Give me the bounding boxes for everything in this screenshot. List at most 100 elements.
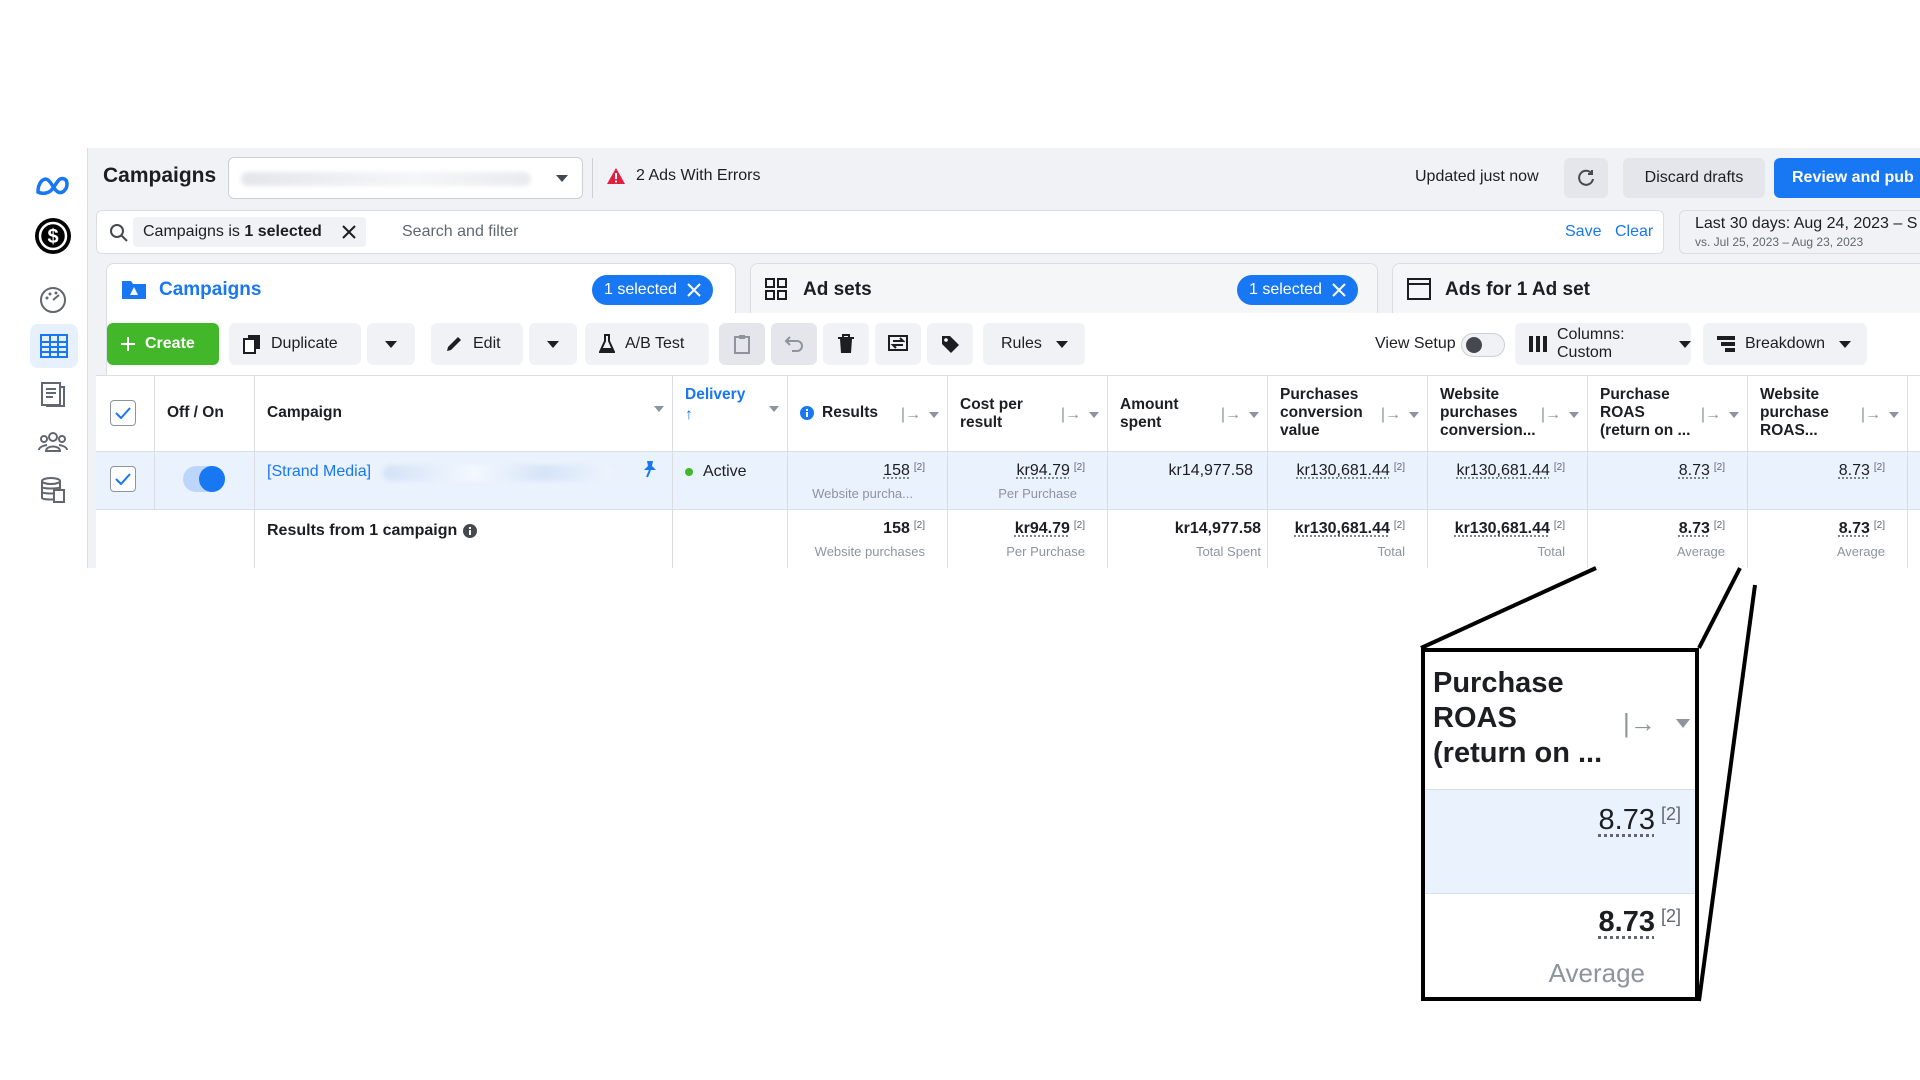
- header-cost-per-result[interactable]: Cost per result |→: [948, 376, 1108, 451]
- meta-logo-icon[interactable]: [28, 164, 78, 208]
- header-purchase-roas[interactable]: Purchase ROAS (return on ... |→: [1588, 376, 1748, 451]
- ads-errors-alert[interactable]: 2 Ads With Errors: [606, 167, 760, 185]
- row-checkbox[interactable]: [110, 466, 136, 492]
- columns-button[interactable]: Columns: Custom: [1515, 323, 1691, 365]
- column-expand-icon[interactable]: |→: [1061, 406, 1081, 424]
- create-label: Create: [145, 335, 195, 352]
- undo-button[interactable]: [771, 323, 817, 365]
- save-filter-link[interactable]: Save: [1565, 223, 1601, 241]
- column-expand-icon[interactable]: |→: [1861, 406, 1881, 424]
- audiences-icon[interactable]: [28, 420, 78, 464]
- tab-ads[interactable]: Ads for 1 Ad set: [1392, 263, 1920, 313]
- table-row[interactable]: [Strand Media] Active 158 [2] Website pur…: [96, 452, 1920, 510]
- header-campaign[interactable]: Campaign: [255, 376, 673, 451]
- search-input[interactable]: [402, 219, 1302, 245]
- header-pcv-controls[interactable]: |→: [1381, 406, 1419, 424]
- column-expand-icon[interactable]: |→: [1381, 406, 1401, 424]
- column-expand-icon[interactable]: |→: [901, 406, 921, 424]
- view-setup-label: View Setup: [1375, 335, 1456, 352]
- ab-test-button[interactable]: A/B Test: [585, 323, 709, 365]
- select-all-checkbox[interactable]: [110, 400, 136, 426]
- pcv-value[interactable]: kr130,681.44 [2]: [1296, 462, 1405, 480]
- chevron-down-icon: [1675, 719, 1690, 728]
- info-icon[interactable]: [800, 406, 814, 420]
- roas-value[interactable]: 8.73 [2]: [1679, 462, 1725, 480]
- dashboard-gauge-icon[interactable]: [28, 278, 78, 322]
- refresh-button[interactable]: [1564, 158, 1608, 198]
- account-selector[interactable]: [228, 157, 583, 199]
- totals-wpcv-cell: kr130,681.44 [2] Total: [1428, 510, 1588, 568]
- total-wroas-value[interactable]: 8.73 [2]: [1839, 520, 1885, 538]
- date-range-compare: vs. Jul 25, 2023 – Aug 23, 2023: [1695, 235, 1864, 249]
- rules-label: Rules: [1001, 335, 1042, 352]
- header-wpcv-controls[interactable]: |→: [1541, 406, 1579, 424]
- results-value[interactable]: 158 [2]: [883, 462, 925, 480]
- campaign-name-link[interactable]: [Strand Media]: [267, 463, 371, 481]
- total-pcv-value[interactable]: kr130,681.44 [2]: [1295, 520, 1405, 538]
- header-campaign-label: Campaign: [267, 404, 342, 421]
- total-cpr-subtext: Per Purchase: [1006, 544, 1085, 559]
- review-and-publish-button[interactable]: Review and pub: [1774, 158, 1920, 198]
- header-results-controls[interactable]: |→: [901, 406, 939, 424]
- header-website-purchases-conversion[interactable]: Website purchases conversion... |→: [1428, 376, 1588, 451]
- dollar-badge-icon[interactable]: $: [28, 214, 78, 258]
- duplicate-dropdown-button[interactable]: [367, 323, 415, 365]
- edit-dropdown-button[interactable]: [529, 323, 577, 365]
- total-roas-value[interactable]: 8.73 [2]: [1679, 520, 1725, 538]
- campaigns-selected-pill[interactable]: 1 selected: [592, 275, 713, 305]
- ad-sets-selected-pill[interactable]: 1 selected: [1237, 275, 1358, 305]
- create-button[interactable]: Create: [107, 323, 219, 365]
- close-icon[interactable]: [342, 225, 356, 239]
- header-amount-spent[interactable]: Amount spent |→: [1108, 376, 1268, 451]
- date-range-picker[interactable]: Last 30 days: Aug 24, 2023 – S vs. Jul 2…: [1679, 210, 1920, 254]
- wpcv-value[interactable]: kr130,681.44 [2]: [1456, 462, 1565, 480]
- tag-button[interactable]: [927, 323, 973, 365]
- sort-ascending-icon[interactable]: ↑: [685, 406, 693, 424]
- breakdown-button[interactable]: Breakdown: [1703, 323, 1867, 365]
- column-expand-icon[interactable]: |→: [1701, 406, 1721, 424]
- column-expand-icon[interactable]: |→: [1541, 406, 1561, 424]
- header-amount-controls[interactable]: |→: [1221, 406, 1259, 424]
- header-delivery[interactable]: Delivery ↑: [673, 376, 788, 451]
- header-wroas-controls[interactable]: |→: [1861, 406, 1899, 424]
- warning-icon: [607, 168, 625, 184]
- clear-filter-link[interactable]: Clear: [1615, 223, 1653, 241]
- header-delivery-controls[interactable]: [769, 406, 779, 412]
- header-website-purchase-roas[interactable]: Website purchase ROAS... |→: [1748, 376, 1908, 451]
- total-wpcv-value[interactable]: kr130,681.44 [2]: [1455, 520, 1565, 538]
- rules-button[interactable]: Rules: [983, 323, 1085, 365]
- row-delivery-cell: Active: [673, 452, 788, 509]
- ads-manager-app: Campaigns 2 Ads With Errors Updated just…: [88, 148, 1920, 568]
- filter-chip-campaigns[interactable]: Campaigns is 1 selected: [133, 217, 366, 247]
- close-icon[interactable]: [687, 283, 701, 297]
- pages-icon[interactable]: [28, 372, 78, 416]
- header-wroas-label: Website purchase ROAS...: [1760, 386, 1829, 439]
- header-results[interactable]: Results |→: [788, 376, 948, 451]
- header-campaign-controls[interactable]: [654, 406, 664, 412]
- total-cpr-value[interactable]: kr94.79 [2]: [1015, 520, 1085, 538]
- header-roas-controls[interactable]: |→: [1701, 406, 1739, 424]
- duplicate-button[interactable]: Duplicate: [229, 323, 361, 365]
- info-icon[interactable]: [463, 524, 478, 538]
- discard-drafts-button[interactable]: Discard drafts: [1623, 158, 1765, 198]
- pin-icon[interactable]: [642, 460, 658, 478]
- wroas-value[interactable]: 8.73 [2]: [1839, 462, 1885, 480]
- totals-blank-cell: [96, 510, 255, 568]
- close-icon[interactable]: [1332, 283, 1346, 297]
- view-setup-toggle[interactable]: [1461, 333, 1505, 357]
- campaigns-table-icon[interactable]: [30, 324, 78, 368]
- header-purchases-conversion-value[interactable]: Purchases conversion value |→: [1268, 376, 1428, 451]
- header-offon[interactable]: Off / On: [155, 376, 255, 451]
- header-cpr-controls[interactable]: |→: [1061, 406, 1099, 424]
- billing-icon[interactable]: [28, 468, 78, 512]
- column-expand-icon[interactable]: |→: [1221, 406, 1241, 424]
- tab-campaigns[interactable]: Campaigns 1 selected: [106, 263, 736, 313]
- tab-ad-sets-label: Ad sets: [803, 279, 872, 300]
- clipboard-button[interactable]: [719, 323, 765, 365]
- delete-button[interactable]: [823, 323, 869, 365]
- cpr-value[interactable]: kr94.79 [2]: [1017, 462, 1086, 480]
- tab-ad-sets[interactable]: Ad sets 1 selected: [750, 263, 1378, 313]
- campaign-on-toggle[interactable]: [183, 466, 225, 492]
- compare-button[interactable]: [875, 323, 921, 365]
- edit-button[interactable]: Edit: [431, 323, 523, 365]
